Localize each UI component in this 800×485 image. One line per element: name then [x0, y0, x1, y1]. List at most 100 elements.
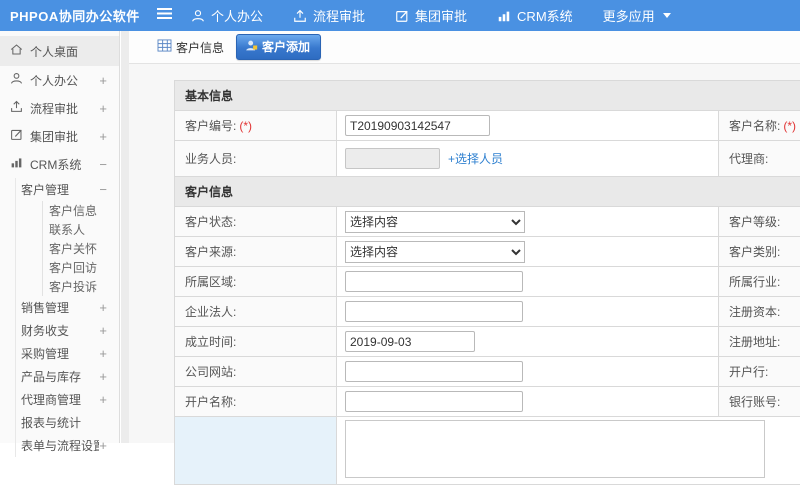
section-header-customer: 客户信息 — [175, 177, 800, 207]
collapse-icon[interactable]: − — [99, 157, 107, 172]
sidebar-item-customer-mgmt[interactable]: 客户管理 − — [16, 178, 119, 201]
hamburger-icon — [156, 7, 173, 25]
expand-icon[interactable]: + — [99, 369, 107, 384]
field-label: 所属区域: — [185, 275, 236, 289]
sidebar-item-sales-mgmt[interactable]: 销售管理 + — [16, 296, 119, 319]
row-business-person: 业务人员: +选择人员 代理商: — [175, 141, 800, 177]
sidebar-gutter — [121, 31, 129, 443]
customer-status-select[interactable]: 选择内容 — [345, 211, 525, 233]
row-customer-code: 客户编号:(*) 客户名称:(*) — [175, 111, 800, 141]
field-label: 注册地址: — [729, 335, 780, 349]
sidebar-item-product-inventory[interactable]: 产品与库存 + — [16, 365, 119, 388]
sidebar-item-workflow-approval[interactable]: 流程审批 + — [0, 94, 119, 122]
sidebar-item-reports[interactable]: 报表与统计 — [16, 411, 119, 434]
row-remark — [175, 417, 800, 485]
remark-textarea[interactable] — [345, 420, 765, 478]
menu-item-workflow-approval[interactable]: 流程审批 — [293, 6, 365, 25]
customer-code-input[interactable] — [345, 115, 490, 136]
required-marker: (*) — [239, 119, 252, 133]
website-input[interactable] — [345, 361, 523, 382]
sidebar-item-personal-office[interactable]: 个人办公 + — [0, 66, 119, 94]
menu-item-more-apps[interactable]: 更多应用 — [603, 6, 671, 25]
field-label: 客户类别: — [729, 245, 780, 259]
expand-icon[interactable]: + — [99, 129, 107, 144]
row-legal-person: 企业法人: 注册资本: — [175, 297, 800, 327]
sidebar-item-finance[interactable]: 财务收支 + — [16, 319, 119, 342]
menu-toggle-button[interactable] — [156, 7, 173, 25]
field-label: 开户名称: — [185, 395, 236, 409]
edit-icon — [10, 128, 30, 144]
customer-source-select[interactable]: 选择内容 — [345, 241, 525, 263]
row-founded-date: 成立时间: 注册地址: — [175, 327, 800, 357]
sidebar-item-purchase-mgmt[interactable]: 采购管理 + — [16, 342, 119, 365]
row-customer-status: 客户状态: 选择内容 客户等级: — [175, 207, 800, 237]
field-label: 业务人员: — [185, 152, 236, 166]
form-content: 基本信息 客户编号:(*) 客户名称:(*) 业务人员: +选择人员 代理商: … — [129, 64, 800, 485]
field-label: 客户等级: — [729, 215, 780, 229]
field-label: 客户来源: — [185, 245, 236, 259]
row-customer-source: 客户来源: 选择内容 客户类别: — [175, 237, 800, 267]
top-menu: 个人办公 流程审批 集团审批 CRM系统 更多应用 — [191, 6, 671, 25]
tab-customer-add[interactable]: 客户添加 — [236, 34, 321, 60]
chevron-down-icon — [663, 13, 671, 18]
account-name-input[interactable] — [345, 391, 523, 412]
row-website: 公司网站: 开户行: — [175, 357, 800, 387]
sidebar-item-agent-mgmt[interactable]: 代理商管理 + — [16, 388, 119, 411]
top-header: PHPOA协同办公软件 个人办公 流程审批 集团审批 — [0, 0, 800, 31]
person-icon — [191, 9, 205, 23]
required-marker: (*) — [783, 119, 796, 133]
customer-mgmt-submenu: 客户信息 联系人 客户关怀 客户回访 客户投诉 — [42, 201, 119, 296]
upload-icon — [10, 100, 30, 116]
sidebar: 个人桌面 个人办公 + 流程审批 + 集团审批 + CRM系统 − 客户管理 − — [0, 31, 120, 443]
section-header-basic: 基本信息 — [175, 81, 800, 111]
expand-icon[interactable]: + — [99, 438, 107, 453]
business-person-input[interactable] — [345, 148, 440, 169]
select-person-link[interactable]: +选择人员 — [448, 152, 503, 166]
collapse-icon[interactable]: − — [99, 182, 107, 197]
sidebar-item-customer-info[interactable]: 客户信息 — [43, 201, 119, 220]
menu-item-crm[interactable]: CRM系统 — [497, 6, 573, 25]
expand-icon[interactable]: + — [99, 101, 107, 116]
expand-icon[interactable]: + — [99, 392, 107, 407]
menu-item-personal-office[interactable]: 个人办公 — [191, 6, 263, 25]
tab-bar: 客户信息 客户添加 — [129, 31, 800, 64]
sidebar-item-crm[interactable]: CRM系统 − — [0, 150, 119, 178]
sidebar-item-customer-visit[interactable]: 客户回访 — [43, 258, 119, 277]
expand-icon[interactable]: + — [99, 73, 107, 88]
tab-customer-info[interactable]: 客户信息 — [157, 39, 224, 56]
field-label: 代理商: — [729, 152, 768, 166]
field-label: 注册资本: — [729, 305, 780, 319]
upload-icon — [293, 9, 307, 23]
field-label: 公司网站: — [185, 365, 236, 379]
field-label: 成立时间: — [185, 335, 236, 349]
sidebar-item-customer-complaint[interactable]: 客户投诉 — [43, 277, 119, 296]
field-label: 开户行: — [729, 365, 768, 379]
field-label: 客户名称: — [729, 119, 780, 133]
edit-icon — [395, 9, 409, 23]
legal-person-input[interactable] — [345, 301, 523, 322]
row-region: 所属区域: 所属行业: — [175, 267, 800, 297]
field-label: 所属行业: — [729, 275, 780, 289]
sidebar-item-group-approval[interactable]: 集团审批 + — [0, 122, 119, 150]
expand-icon[interactable]: + — [99, 300, 107, 315]
app-logo: PHPOA协同办公软件 — [0, 6, 148, 25]
table-grid-icon — [157, 39, 172, 55]
main-area: 客户信息 客户添加 基本信息 客户编号:(*) 客户名称:(*) 业 — [129, 31, 800, 443]
expand-icon[interactable]: + — [99, 346, 107, 361]
sidebar-item-contacts[interactable]: 联系人 — [43, 220, 119, 239]
bar-chart-icon — [497, 9, 511, 23]
sidebar-item-customer-care[interactable]: 客户关怀 — [43, 239, 119, 258]
person-icon — [10, 72, 30, 88]
menu-item-group-approval[interactable]: 集团审批 — [395, 6, 467, 25]
home-icon — [10, 43, 30, 59]
field-label: 客户编号: — [185, 119, 236, 133]
founded-date-input[interactable] — [345, 331, 475, 352]
region-input[interactable] — [345, 271, 523, 292]
sidebar-item-desktop[interactable]: 个人桌面 — [0, 36, 119, 66]
bar-chart-icon — [10, 156, 30, 172]
sidebar-item-form-flow-settings[interactable]: 表单与流程设置 + — [16, 434, 119, 457]
row-account-name: 开户名称: 银行账号: — [175, 387, 800, 417]
field-label: 银行账号: — [729, 395, 780, 409]
field-label: 企业法人: — [185, 305, 236, 319]
expand-icon[interactable]: + — [99, 323, 107, 338]
